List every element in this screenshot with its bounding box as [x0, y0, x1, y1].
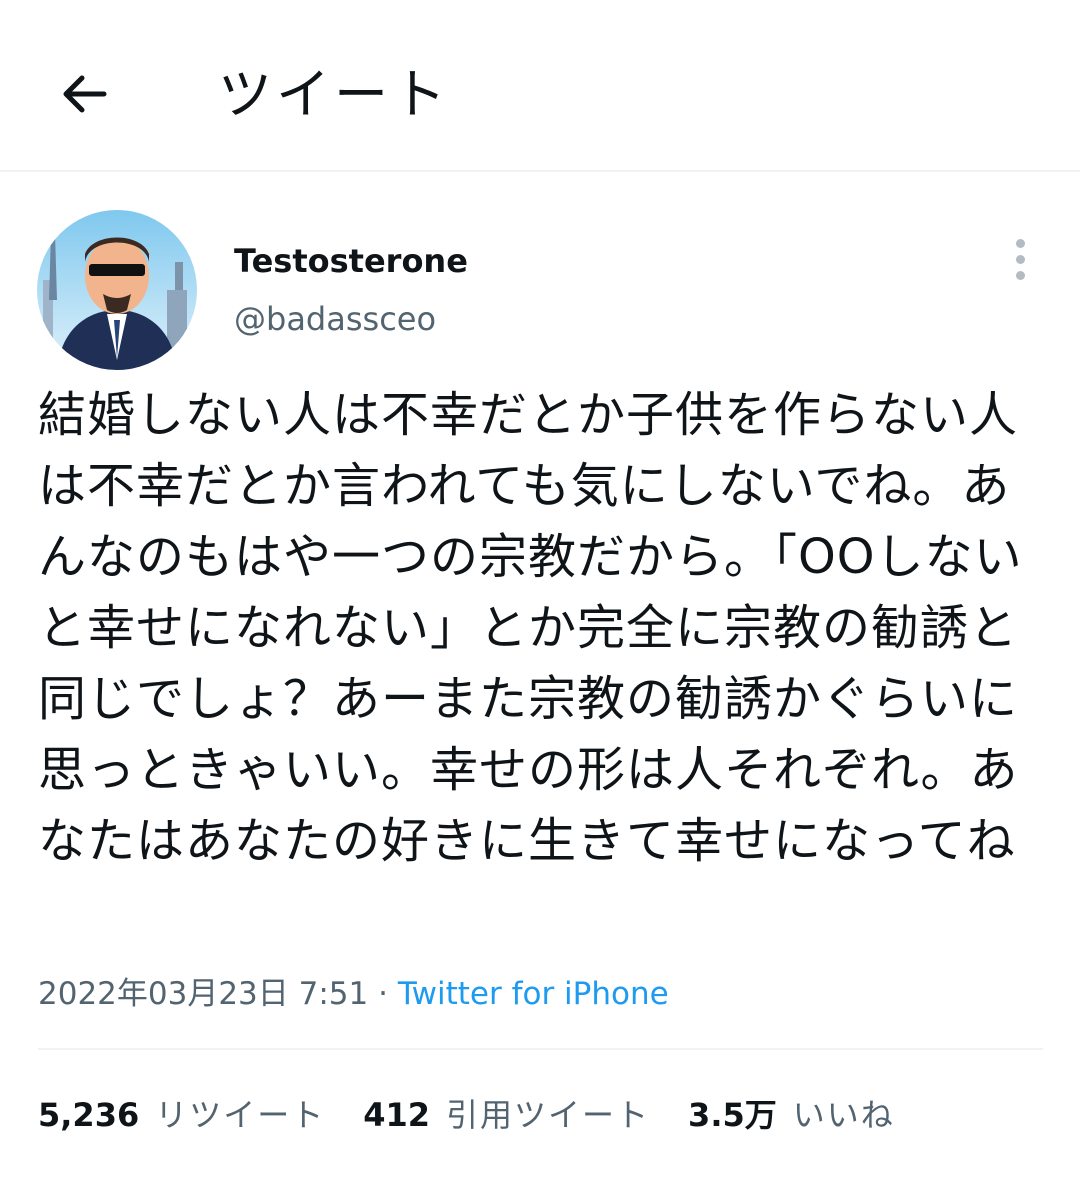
retweets-label: リツイート: [155, 1096, 326, 1134]
avatar[interactable]: [37, 210, 197, 370]
likes-label: いいね: [792, 1096, 895, 1134]
back-arrow-icon: [63, 75, 107, 113]
quotes-label: 引用ツイート: [446, 1096, 651, 1134]
quotes-stat[interactable]: 412 引用ツイート: [363, 1090, 650, 1136]
back-button[interactable]: [44, 54, 124, 134]
divider: [38, 1048, 1043, 1050]
page-title: ツイート: [218, 63, 450, 126]
tweet-timestamp[interactable]: 2022年03月23日 7:51: [38, 976, 368, 1012]
avatar-illustration: [37, 210, 197, 370]
author-name[interactable]: Testosterone: [234, 242, 468, 280]
top-bar: ツイート: [0, 0, 1080, 172]
likes-stat[interactable]: 3.5万 いいね: [688, 1090, 895, 1136]
meta-separator: ·: [368, 976, 398, 1012]
retweets-stat[interactable]: 5,236 リツイート: [38, 1090, 325, 1136]
tweet-text: 結婚しない人は不幸だとか子供を作らない人は不幸だとか言われても気にしないでね。あ…: [38, 387, 1023, 869]
retweets-count: 5,236: [38, 1096, 140, 1134]
likes-count: 3.5万: [688, 1096, 777, 1134]
more-vertical-icon: [1015, 238, 1025, 248]
tweet-stats: 5,236 リツイート 412 引用ツイート 3.5万 いいね: [38, 1090, 895, 1136]
more-options-button[interactable]: [1000, 234, 1040, 284]
author-handle[interactable]: @badassceo: [234, 300, 436, 338]
tweet-source-link[interactable]: Twitter for iPhone: [398, 976, 669, 1012]
quotes-count: 412: [363, 1096, 431, 1134]
tweet-meta: 2022年03月23日 7:51 · Twitter for iPhone: [38, 968, 669, 1013]
